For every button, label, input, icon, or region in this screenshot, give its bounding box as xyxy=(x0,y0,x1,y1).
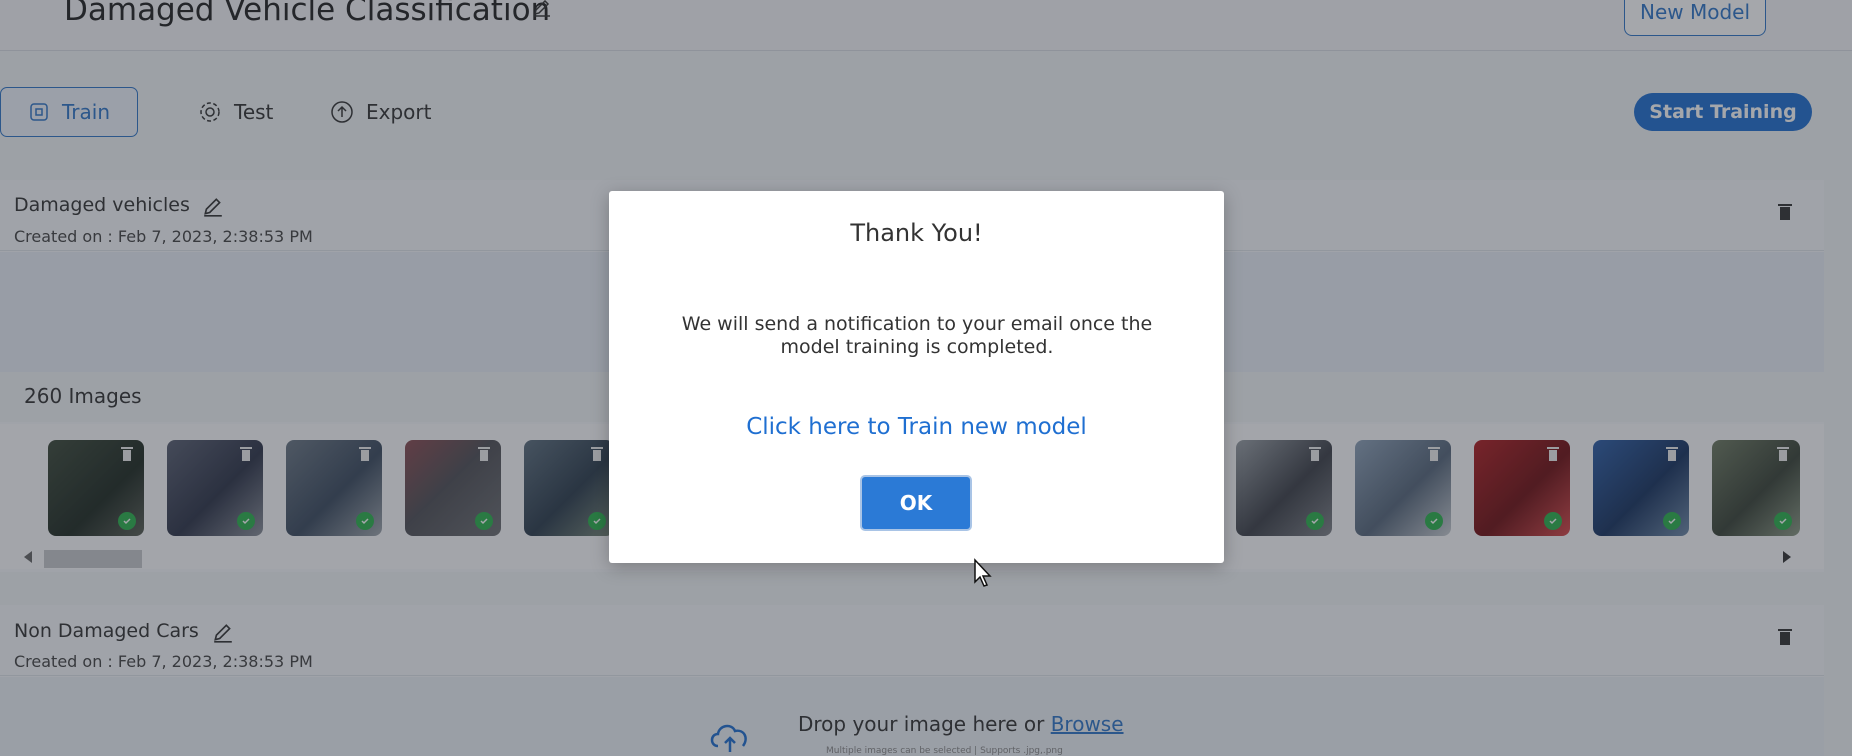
thank-you-dialog: Thank You! We will send a notification t… xyxy=(609,191,1224,563)
mouse-cursor-icon xyxy=(974,558,992,587)
dialog-title: Thank You! xyxy=(850,219,983,247)
train-new-model-link[interactable]: Click here to Train new model xyxy=(609,414,1224,440)
dialog-message: We will send a notification to your emai… xyxy=(681,313,1153,358)
ok-button[interactable]: OK xyxy=(860,475,972,531)
